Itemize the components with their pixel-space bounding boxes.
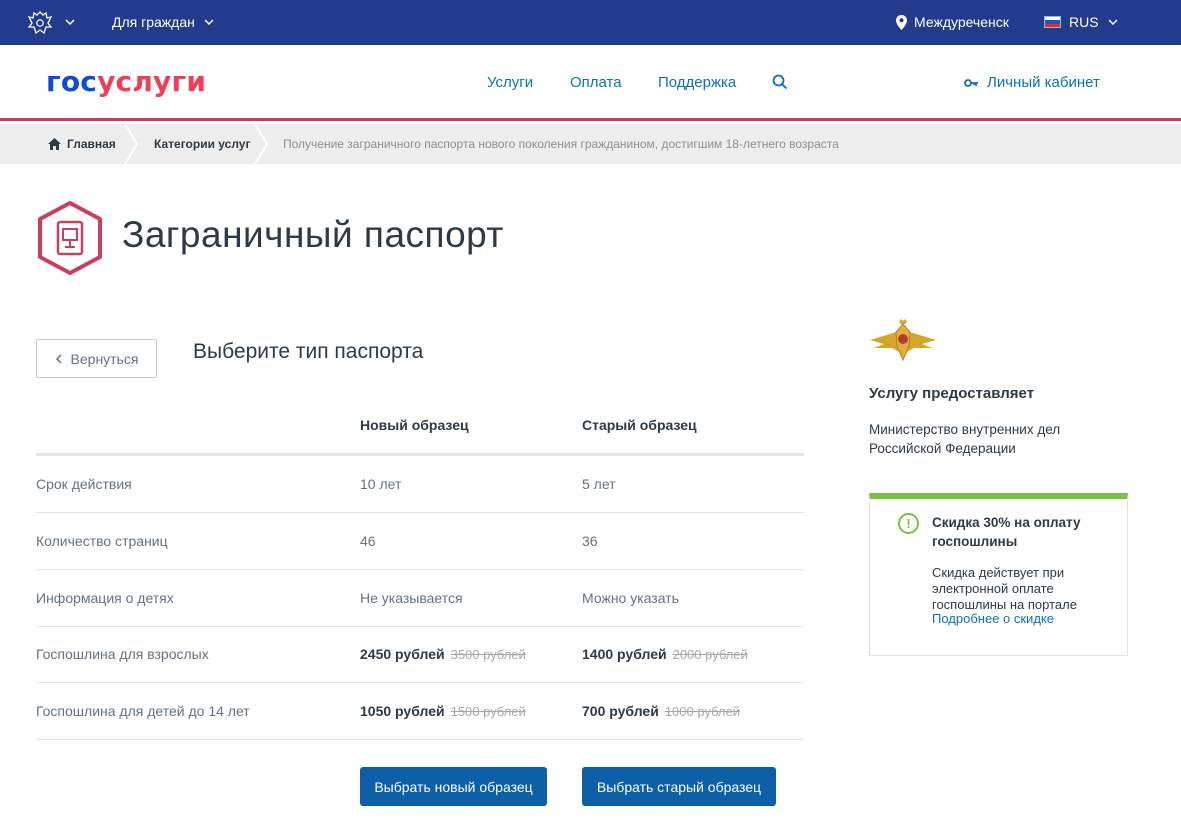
back-button[interactable]: Вернуться [36,339,157,378]
search-icon[interactable] [772,74,788,90]
new-value: 46 [360,533,376,549]
old-price: 1400 рублей [582,646,667,662]
new-old-price: 1500 рублей [450,704,526,719]
column-header-new: Новый образец [360,417,469,433]
personal-cabinet-link[interactable]: Личный кабинет [964,74,1100,91]
row-label: Срок действия [36,476,132,492]
location-pin-icon [896,14,907,30]
language-label: RUS [1069,14,1099,30]
row-label: Информация о детях [36,590,174,606]
table-row: Госпошлина для взрослых 2450 рублей 3500 … [36,626,804,683]
choose-old-passport-button[interactable]: Выбрать старый образец [582,767,776,806]
breadcrumb-home[interactable]: Главная [48,137,116,151]
new-value: 10 лет [360,476,402,492]
breadcrumb-categories[interactable]: Категории услуг [154,137,250,151]
top-bar: Для граждан Междуреченск RUS [0,0,1181,45]
passport-icon [38,201,102,275]
old-old-price: 1000 рублей [664,704,741,719]
provider-name: Министерство внутренних дел Российской Ф… [869,422,1061,456]
home-icon [48,138,61,150]
back-button-label: Вернуться [70,350,139,367]
old-value: 1400 рублей 2000 рублей [582,646,748,662]
old-value: 5 лет [582,476,616,492]
new-value: Не указывается [360,590,463,606]
old-value: Можно указать [582,590,679,606]
chevron-down-icon [204,19,214,26]
breadcrumb-separator [124,124,138,164]
discount-details-link[interactable]: Подробнее о скидке [932,611,1054,626]
chevron-down-icon[interactable] [64,16,76,28]
breadcrumb-current: Получение заграничного паспорта нового п… [283,137,839,151]
nav-payment[interactable]: Оплата [570,74,622,91]
choose-new-passport-button[interactable]: Выбрать новый образец [360,767,547,806]
table-row: Информация о детях Не указывается Можно … [36,570,804,627]
old-price: 700 рублей [582,703,659,719]
discount-text: Скидка действует при электронной оплате … [932,565,1077,612]
row-label: Госпошлина для детей до 14 лет [36,703,250,719]
chevron-down-icon [1108,19,1118,26]
section-title: Выберите тип паспорта [193,340,424,363]
location-label: Междуреченск [914,14,1009,30]
new-price: 1050 рублей [360,703,445,719]
column-header-old: Старый образец [582,417,697,433]
new-old-price: 3500 рублей [450,647,526,662]
cabinet-label: Личный кабинет [987,74,1100,91]
row-label: Количество страниц [36,533,168,549]
table-row: Срок действия 10 лет 5 лет [36,456,804,513]
page-title: Заграничный паспорт [122,214,504,255]
exclamation-icon: ! [898,513,919,534]
new-value: 2450 рублей 3500 рублей [360,646,526,662]
nav-services[interactable]: Услуги [487,74,533,91]
new-price: 2450 рублей [360,646,445,662]
discount-card: ! Скидка 30% на оплату госпошлины Скидка… [869,493,1128,656]
nav-support[interactable]: Поддержка [658,74,736,91]
new-value: 1050 рублей 1500 рублей [360,703,526,719]
mvd-emblem-icon [870,319,936,362]
old-value: 700 рублей 1000 рублей [582,703,740,719]
location-selector[interactable]: Междуреченск [896,14,1009,30]
table-row: Госпошлина для детей до 14 лет 1050 рубл… [36,683,804,740]
logo-part-gos: гос [46,65,98,98]
table-row: Количество страниц 46 36 [36,513,804,570]
old-value: 36 [582,533,598,549]
old-old-price: 2000 рублей [672,647,748,662]
row-label: Госпошлина для взрослых [36,646,209,662]
key-icon [964,78,978,87]
russia-emblem-icon[interactable] [26,9,54,37]
provider-title: Услугу предоставляет [869,385,1035,402]
audience-selector[interactable]: Для граждан [112,14,215,30]
audience-label: Для граждан [112,14,195,30]
russia-flag-icon [1044,16,1061,28]
language-selector[interactable]: RUS [1044,14,1119,30]
chevron-left-icon [55,353,62,364]
gosuslugi-logo[interactable]: госуслуги [46,65,206,98]
main-header: госуслуги Услуги Оплата Поддержка Личный… [0,45,1181,121]
breadcrumb: Главная Категории услуг Получение загран… [0,124,1181,164]
breadcrumb-separator [254,124,268,164]
breadcrumb-home-label: Главная [67,137,116,151]
logo-part-uslugi: услуги [97,65,207,98]
discount-title: Скидка 30% на оплату госпошлины [932,515,1081,549]
